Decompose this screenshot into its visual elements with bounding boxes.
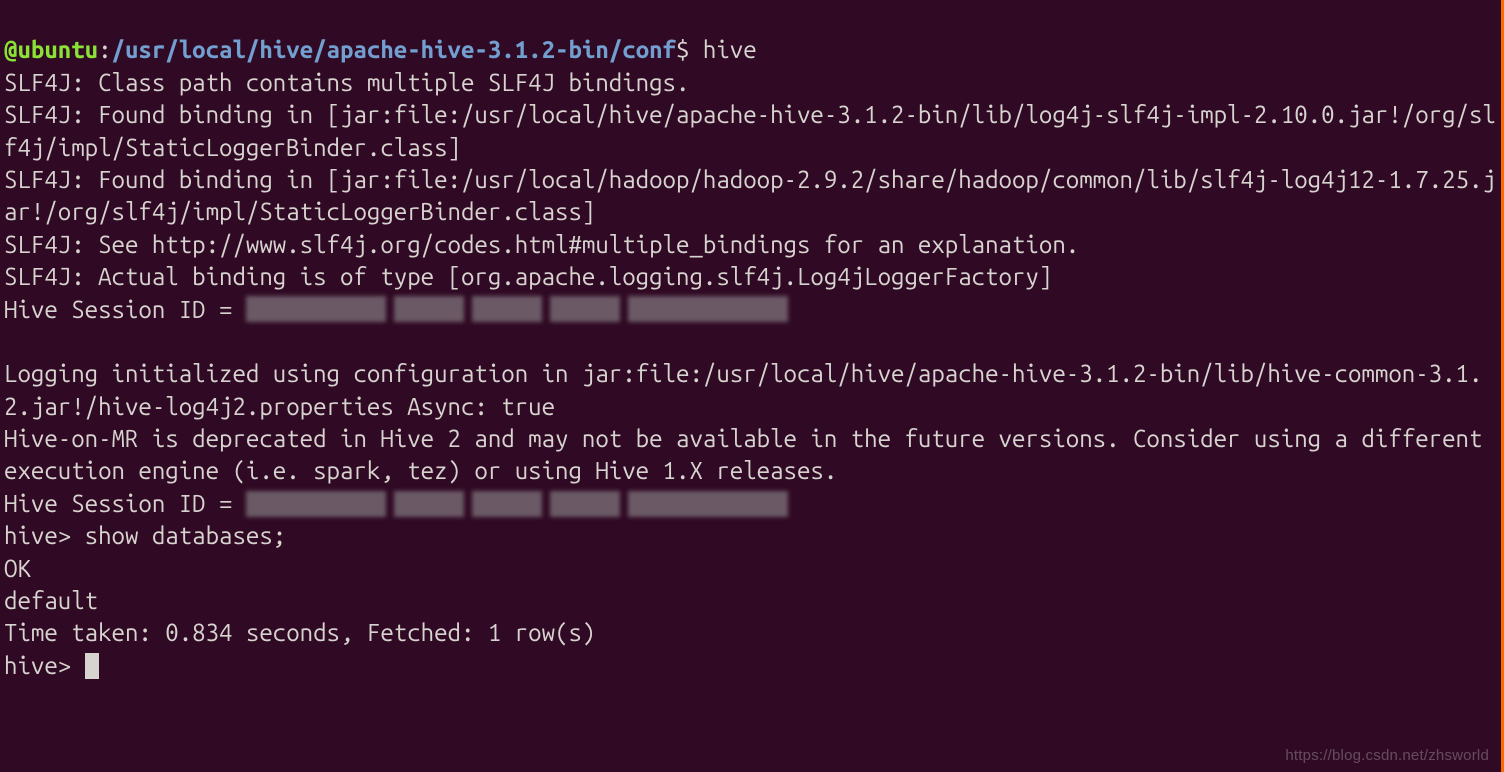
hive-prompt-current[interactable]: hive> xyxy=(4,652,99,679)
redacted-session-id-1 xyxy=(246,296,886,322)
slf4j-line-2: SLF4J: Found binding in [jar:file:/usr/l… xyxy=(4,101,1496,160)
watermark-text: https://blog.csdn.net/zhsworld xyxy=(1285,746,1489,766)
prompt-line: @ubuntu:/usr/local/hive/apache-hive-3.1.… xyxy=(4,36,757,63)
command-hive: hive xyxy=(703,36,757,63)
user-host: @ubuntu xyxy=(4,36,98,63)
prompt-dollar: $ xyxy=(676,36,703,63)
hive-command: show databases; xyxy=(85,522,287,549)
hive-cmd-line: hive> show databases; xyxy=(4,522,286,549)
session-id-1-line: Hive Session ID = xyxy=(4,296,886,323)
session-id-2-label: Hive Session ID = xyxy=(4,490,246,517)
logging-init-line: Logging initialized using configuration … xyxy=(4,360,1482,419)
redacted-session-id-2 xyxy=(246,491,886,517)
hive-prompt-1: hive> xyxy=(4,522,85,549)
deprecated-warning: Hive-on-MR is deprecated in Hive 2 and m… xyxy=(4,425,1496,484)
prompt-sep: : xyxy=(98,36,111,63)
slf4j-line-4: SLF4J: See http://www.slf4j.org/codes.ht… xyxy=(4,231,1079,258)
result-row-1: default xyxy=(4,587,98,614)
terminal-output[interactable]: @ubuntu:/usr/local/hive/apache-hive-3.1.… xyxy=(4,2,1497,682)
ok-line: OK xyxy=(4,555,31,582)
slf4j-line-1: SLF4J: Class path contains multiple SLF4… xyxy=(4,69,689,96)
slf4j-line-5: SLF4J: Actual binding is of type [org.ap… xyxy=(4,263,1052,290)
hive-prompt-2: hive> xyxy=(4,652,85,679)
session-id-1-label: Hive Session ID = xyxy=(4,296,246,323)
prompt-path: /usr/local/hive/apache-hive-3.1.2-bin/co… xyxy=(112,36,676,63)
slf4j-line-3: SLF4J: Found binding in [jar:file:/usr/l… xyxy=(4,166,1496,225)
timing-line: Time taken: 0.834 seconds, Fetched: 1 ro… xyxy=(4,619,595,646)
cursor-icon xyxy=(85,653,99,679)
session-id-2-line: Hive Session ID = xyxy=(4,490,886,517)
